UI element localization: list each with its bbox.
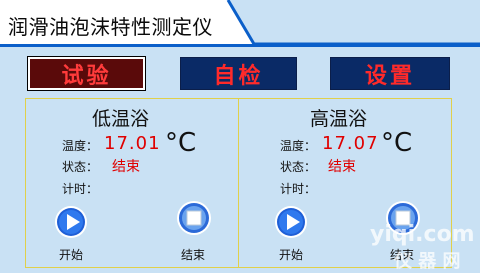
low-start-button[interactable] bbox=[54, 205, 88, 239]
low-temp-value: 17.01 bbox=[104, 133, 161, 154]
low-stop-button[interactable] bbox=[176, 200, 212, 236]
high-start-label: 开始 bbox=[279, 248, 304, 262]
app-title: 润滑油泡沫特性测定仪 bbox=[8, 15, 213, 39]
panel-divider bbox=[238, 98, 239, 268]
high-bath-title: 高温浴 bbox=[310, 108, 368, 130]
low-start-label: 开始 bbox=[59, 248, 84, 262]
high-temp-value: 17.07 bbox=[322, 133, 379, 154]
watermark-text: yiqi.com bbox=[370, 222, 475, 247]
low-stop-label: 结束 bbox=[181, 248, 206, 262]
settings-button[interactable]: 设置 bbox=[330, 57, 450, 90]
high-status-label: 状态： bbox=[280, 160, 317, 174]
self-check-button[interactable]: 自检 bbox=[180, 57, 297, 90]
low-status-value: 结束 bbox=[112, 159, 140, 175]
low-status-label: 状态： bbox=[62, 160, 99, 174]
low-timer-label: 计时： bbox=[62, 182, 99, 196]
high-temp-unit: °C bbox=[381, 128, 413, 158]
watermark-subtext: 仪 器 网 bbox=[394, 251, 461, 272]
stop-icon bbox=[186, 210, 202, 226]
test-button[interactable]: 试验 bbox=[27, 56, 146, 91]
high-status-value: 结束 bbox=[328, 159, 356, 175]
high-temp-label: 温度： bbox=[280, 139, 317, 153]
high-start-button[interactable] bbox=[274, 205, 308, 239]
high-timer-label: 计时： bbox=[280, 182, 317, 196]
low-temp-unit: °C bbox=[165, 128, 197, 158]
low-bath-title: 低温浴 bbox=[92, 108, 150, 130]
low-temp-label: 温度： bbox=[62, 139, 99, 153]
title-bar: 润滑油泡沫特性测定仪 bbox=[0, 0, 480, 52]
